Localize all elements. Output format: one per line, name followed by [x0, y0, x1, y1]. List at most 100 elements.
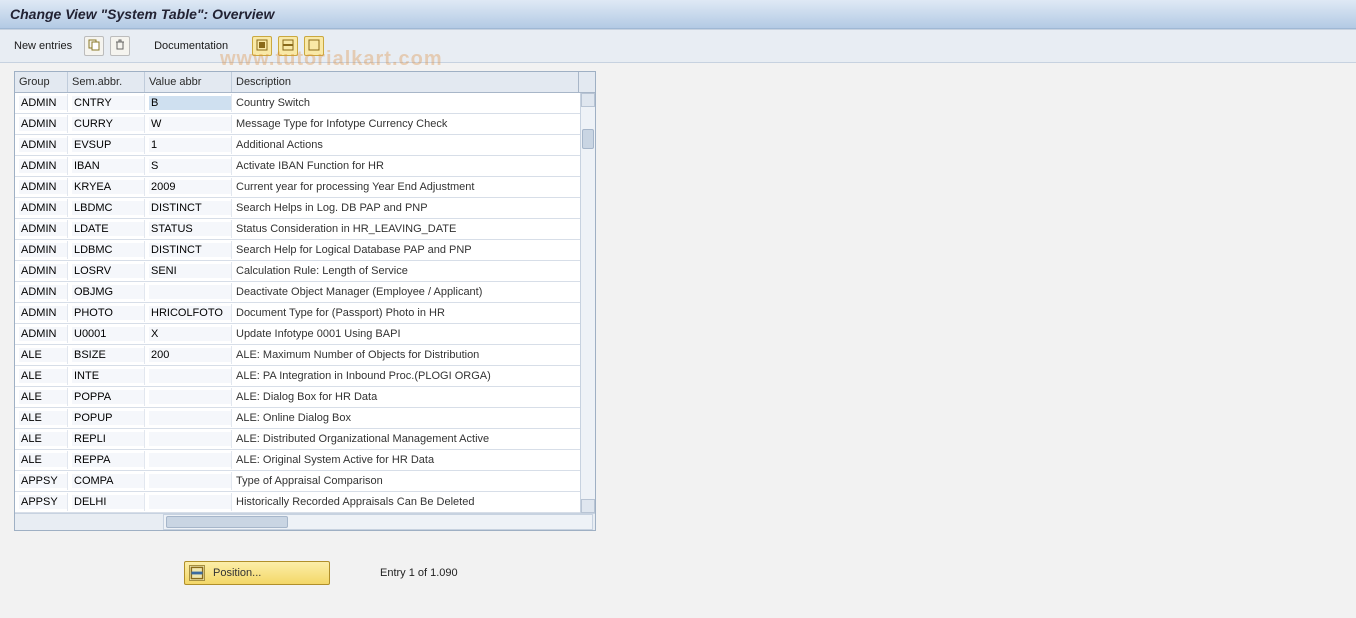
sem-input[interactable] — [72, 432, 144, 446]
sem-input[interactable] — [72, 117, 144, 131]
col-header-value-abbr[interactable]: Value abbr — [145, 72, 232, 92]
value-input[interactable] — [149, 432, 231, 446]
value-input[interactable] — [149, 474, 231, 488]
deselect-all-button[interactable] — [304, 36, 324, 56]
col-header-description[interactable]: Description — [232, 72, 581, 92]
group-input[interactable] — [19, 390, 67, 404]
sem-input[interactable] — [72, 411, 144, 425]
scrollbar-track[interactable] — [581, 107, 595, 499]
sem-input[interactable] — [72, 390, 144, 404]
sem-input[interactable] — [72, 264, 144, 278]
select-all-button[interactable] — [252, 36, 272, 56]
delete-button[interactable] — [110, 36, 130, 56]
table-row[interactable]: ALE: Distributed Organizational Manageme… — [15, 429, 595, 450]
vertical-scrollbar[interactable] — [580, 93, 595, 513]
group-input[interactable] — [19, 117, 67, 131]
group-input[interactable] — [19, 201, 67, 215]
table-row[interactable]: Deactivate Object Manager (Employee / Ap… — [15, 282, 595, 303]
table-row[interactable]: Message Type for Infotype Currency Check — [15, 114, 595, 135]
table-row[interactable]: Document Type for (Passport) Photo in HR — [15, 303, 595, 324]
table-row[interactable]: Search Help for Logical Database PAP and… — [15, 240, 595, 261]
group-input[interactable] — [19, 369, 67, 383]
table-row[interactable]: Country Switch — [15, 93, 595, 114]
value-input[interactable] — [149, 285, 231, 299]
table-row[interactable]: ALE: Dialog Box for HR Data — [15, 387, 595, 408]
sem-input[interactable] — [72, 348, 144, 362]
group-input[interactable] — [19, 96, 67, 110]
table-row[interactable]: Update Infotype 0001 Using BAPI — [15, 324, 595, 345]
value-input[interactable] — [149, 180, 231, 194]
table-config-button[interactable] — [578, 72, 595, 92]
sem-input[interactable] — [72, 327, 144, 341]
group-input[interactable] — [19, 495, 67, 509]
copy-button[interactable] — [84, 36, 104, 56]
group-input[interactable] — [19, 432, 67, 446]
value-input[interactable] — [149, 327, 231, 341]
hscroll-thumb[interactable] — [166, 516, 288, 528]
value-input[interactable] — [149, 201, 231, 215]
col-header-sem-abbr[interactable]: Sem.abbr. — [68, 72, 145, 92]
group-input[interactable] — [19, 474, 67, 488]
table-row[interactable]: Calculation Rule: Length of Service — [15, 261, 595, 282]
value-input[interactable] — [149, 243, 231, 257]
select-block-button[interactable] — [278, 36, 298, 56]
sem-input[interactable] — [72, 495, 144, 509]
table-row[interactable]: ALE: PA Integration in Inbound Proc.(PLO… — [15, 366, 595, 387]
table-row[interactable]: ALE: Original System Active for HR Data — [15, 450, 595, 471]
sem-input[interactable] — [72, 138, 144, 152]
group-input[interactable] — [19, 285, 67, 299]
sem-input[interactable] — [72, 180, 144, 194]
table-row[interactable]: ALE: Online Dialog Box — [15, 408, 595, 429]
group-input[interactable] — [19, 453, 67, 467]
scroll-up-button[interactable] — [581, 93, 595, 107]
hscroll-track[interactable] — [163, 514, 593, 530]
table-row[interactable]: ALE: Maximum Number of Objects for Distr… — [15, 345, 595, 366]
group-input[interactable] — [19, 180, 67, 194]
group-input[interactable] — [19, 348, 67, 362]
value-input[interactable] — [149, 117, 231, 131]
sem-input[interactable] — [72, 285, 144, 299]
table-row[interactable]: Additional Actions — [15, 135, 595, 156]
value-input[interactable] — [149, 264, 231, 278]
table-row[interactable]: Search Helps in Log. DB PAP and PNP — [15, 198, 595, 219]
position-button[interactable]: Position... — [184, 561, 330, 585]
table-row[interactable]: Activate IBAN Function for HR — [15, 156, 595, 177]
sem-input[interactable] — [72, 222, 144, 236]
scrollbar-thumb[interactable] — [582, 129, 594, 149]
value-input[interactable] — [149, 222, 231, 236]
documentation-button[interactable]: Documentation — [148, 38, 234, 54]
group-input[interactable] — [19, 159, 67, 173]
sem-input[interactable] — [72, 243, 144, 257]
table-row[interactable]: Current year for processing Year End Adj… — [15, 177, 595, 198]
value-input[interactable] — [149, 495, 231, 509]
value-input[interactable] — [149, 411, 231, 425]
group-input[interactable] — [19, 411, 67, 425]
sem-input[interactable] — [72, 306, 144, 320]
sem-input[interactable] — [72, 159, 144, 173]
sem-input[interactable] — [72, 474, 144, 488]
scroll-down-button[interactable] — [581, 499, 595, 513]
table-row[interactable]: Historically Recorded Appraisals Can Be … — [15, 492, 595, 513]
value-input[interactable] — [149, 138, 231, 152]
value-input[interactable] — [149, 369, 231, 383]
sem-input[interactable] — [72, 96, 144, 110]
group-input[interactable] — [19, 264, 67, 278]
group-input[interactable] — [19, 138, 67, 152]
group-input[interactable] — [19, 327, 67, 341]
sem-input[interactable] — [72, 453, 144, 467]
group-input[interactable] — [19, 306, 67, 320]
group-input[interactable] — [19, 243, 67, 257]
value-input[interactable] — [149, 306, 231, 320]
col-header-group[interactable]: Group — [15, 72, 68, 92]
sem-input[interactable] — [72, 201, 144, 215]
value-input[interactable] — [149, 96, 231, 110]
table-row[interactable]: Status Consideration in HR_LEAVING_DATE — [15, 219, 595, 240]
value-input[interactable] — [149, 390, 231, 404]
value-input[interactable] — [149, 453, 231, 467]
new-entries-button[interactable]: New entries — [8, 38, 78, 54]
sem-input[interactable] — [72, 369, 144, 383]
value-input[interactable] — [149, 348, 231, 362]
table-row[interactable]: Type of Appraisal Comparison — [15, 471, 595, 492]
group-input[interactable] — [19, 222, 67, 236]
value-input[interactable] — [149, 159, 231, 173]
